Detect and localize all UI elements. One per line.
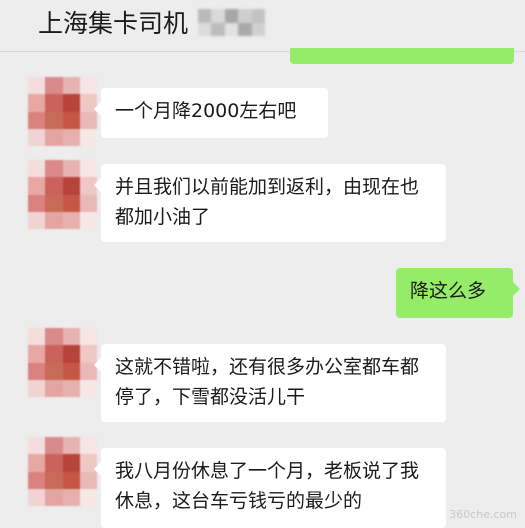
message-text: 一个月降2000左右吧 xyxy=(115,100,297,122)
contact-avatar[interactable] xyxy=(28,437,97,506)
chat-header: 上海集卡司机 xyxy=(0,0,525,52)
previous-sent-bubble-edge xyxy=(290,48,514,64)
message-text: 并且我们以前能加到返利，由现在也都加小油了 xyxy=(115,176,420,228)
message-text: 这就不错啦，还有很多办公室都车都停了，下雪都没活儿干 xyxy=(115,356,420,408)
message-text: 我八月份休息了一个月，老板说了我休息，这台车亏钱亏的最少的 xyxy=(115,460,420,512)
watermark: 360che.com xyxy=(449,508,517,521)
message-bubble-received: 这就不错啦，还有很多办公室都车都停了，下雪都没活儿干 xyxy=(94,344,446,422)
message-bubble-received: 一个月降2000左右吧 xyxy=(94,88,328,138)
message-bubble-sent: 降这么多 xyxy=(396,268,520,318)
message-text: 降这么多 xyxy=(410,280,487,302)
chat-title: 上海集卡司机 xyxy=(38,9,189,38)
contact-avatar[interactable] xyxy=(28,77,97,146)
contact-avatar[interactable] xyxy=(28,328,97,397)
message-bubble-received: 并且我们以前能加到返利，由现在也都加小油了 xyxy=(94,164,446,242)
message-bubble-received: 我八月份休息了一个月，老板说了我休息，这台车亏钱亏的最少的 xyxy=(94,448,446,528)
blurred-name-mosaic xyxy=(198,9,265,36)
contact-avatar[interactable] xyxy=(28,160,97,229)
